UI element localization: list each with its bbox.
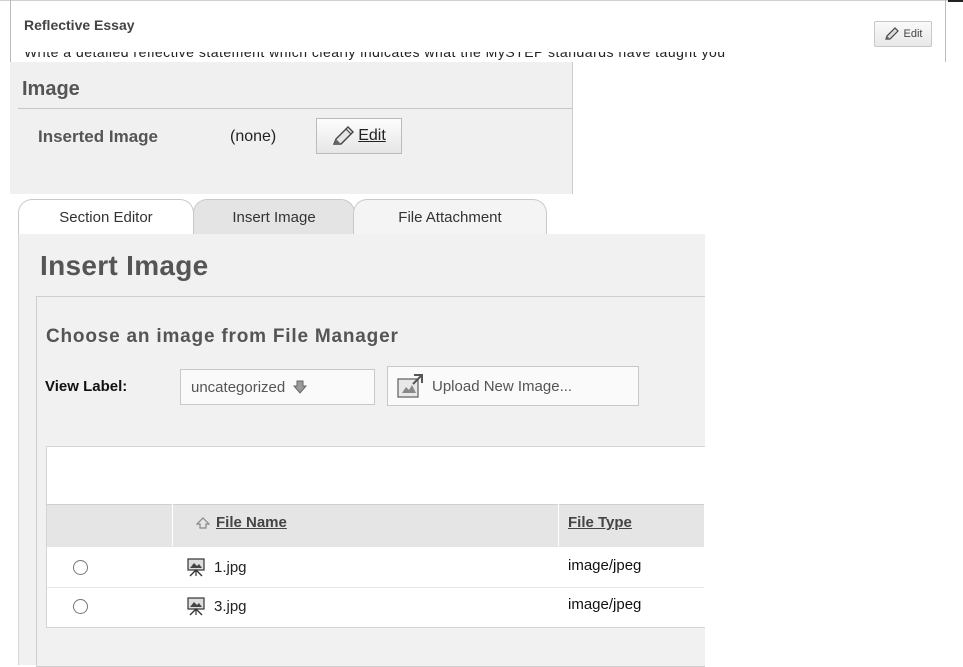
- window-edge: [948, 0, 963, 2]
- sort-up-icon: [196, 516, 210, 529]
- upload-new-image-button[interactable]: Upload New Image...: [387, 366, 639, 406]
- image-file-icon: [187, 597, 205, 616]
- upload-new-image-label: Upload New Image...: [432, 377, 573, 395]
- column-separator: [172, 504, 173, 546]
- tab-section-editor[interactable]: Section Editor: [18, 199, 194, 235]
- column-header-file-name-label: File Name: [216, 514, 287, 531]
- pencil-icon: [884, 27, 899, 40]
- row-select-radio[interactable]: [73, 599, 88, 614]
- essay-border-right: [945, 0, 946, 62]
- table-row-file-name: 1.jpg: [186, 557, 247, 577]
- row-select-radio[interactable]: [73, 560, 88, 575]
- down-arrow-icon: [293, 380, 308, 394]
- insert-image-title: Insert Image: [40, 250, 209, 281]
- column-header-file-type[interactable]: File Type: [568, 514, 632, 531]
- view-label-select-value: uncategorized: [191, 378, 286, 396]
- file-name: 1.jpg: [214, 558, 247, 576]
- divider: [18, 108, 572, 109]
- pencil-icon: [333, 126, 355, 145]
- tab-insert-image[interactable]: Insert Image: [193, 199, 355, 235]
- inserted-image-label: Inserted Image: [38, 127, 158, 146]
- column-separator: [558, 504, 559, 546]
- row-divider: [47, 587, 704, 588]
- file-type: image/jpeg: [568, 596, 642, 613]
- column-header-file-name[interactable]: File Name: [196, 514, 287, 531]
- inserted-image-edit-label: Edit: [358, 127, 386, 144]
- table-row-file-name: 3.jpg: [186, 596, 247, 616]
- essay-border-left: [10, 0, 11, 62]
- file-name: 3.jpg: [214, 597, 247, 615]
- image-section-heading: Image: [22, 78, 80, 100]
- file-type: image/jpeg: [568, 557, 642, 574]
- tab-file-attachment[interactable]: File Attachment: [353, 199, 547, 235]
- essay-prompt-text-content: Write a detailed reflective statement wh…: [24, 52, 726, 60]
- inserted-image-edit-button[interactable]: Edit: [316, 118, 402, 154]
- image-file-icon: [187, 558, 205, 577]
- view-label-caption: View Label:: [45, 378, 128, 395]
- inserted-image-value: (none): [230, 128, 277, 145]
- essay-edit-button[interactable]: Edit: [874, 21, 932, 47]
- essay-title: Reflective Essay: [24, 17, 135, 33]
- upload-image-icon: [397, 374, 423, 398]
- essay-edit-label: Edit: [903, 28, 923, 40]
- essay-prompt-text: Write a detailed reflective statement wh…: [24, 52, 914, 62]
- choose-image-heading: Choose an image from File Manager: [46, 326, 399, 347]
- view-label-select[interactable]: uncategorized: [180, 369, 375, 405]
